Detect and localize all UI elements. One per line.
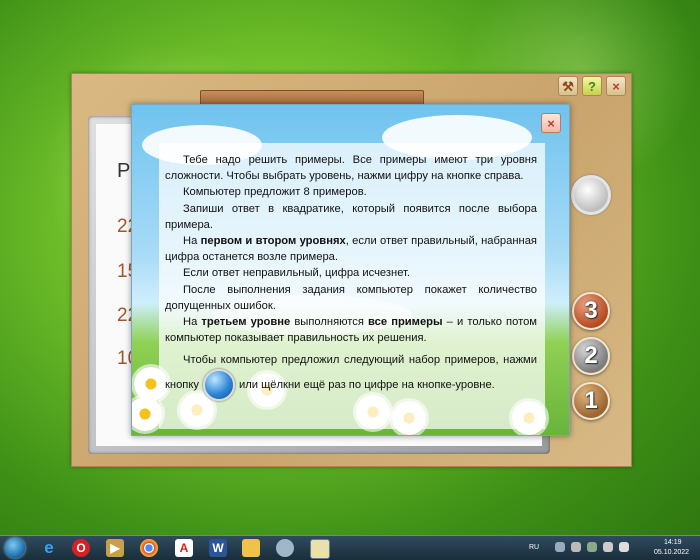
help-paragraph: Тебе надо решить примеры. Все примеры им…	[165, 154, 537, 183]
taskbar: e O ▶ A W RU 14:19 05.10.2022	[0, 535, 700, 560]
emphasis: третьем уровне	[201, 316, 291, 329]
opera-icon[interactable]: O	[72, 539, 90, 557]
media-player-icon[interactable]: ▶	[106, 539, 124, 557]
start-orb-icon[interactable]	[5, 538, 25, 558]
help-paragraph: Компьютер предложит 8 примеров.	[183, 186, 367, 199]
level-2-button[interactable]: 2	[572, 337, 610, 375]
word-icon[interactable]: W	[209, 539, 227, 557]
close-icon[interactable]: ×	[541, 113, 561, 133]
language-indicator[interactable]: RU	[529, 544, 539, 551]
app-icon[interactable]	[310, 539, 330, 559]
help-paragraph: На первом и втором уровнях, если ответ п…	[165, 233, 537, 265]
level-3-button[interactable]: 3	[572, 292, 610, 330]
acrobat-icon[interactable]: A	[175, 539, 193, 557]
globe-button-icon	[202, 368, 235, 401]
tray-icon[interactable]	[587, 542, 597, 552]
tray-icon[interactable]	[571, 542, 581, 552]
help-paragraph: Запиши ответ в квадратике, который появи…	[165, 202, 537, 231]
chrome-icon[interactable]	[140, 539, 158, 557]
explorer-icon[interactable]	[242, 539, 260, 557]
tray-icon[interactable]	[555, 542, 565, 552]
help-paragraph: Если ответ неправильный, цифра исчезнет.	[183, 267, 411, 280]
next-set-button[interactable]	[571, 175, 611, 215]
paint-icon[interactable]	[276, 539, 294, 557]
text: На	[183, 235, 201, 248]
text: выполняются	[290, 316, 369, 329]
level-1-button[interactable]: 1	[572, 382, 610, 420]
volume-icon[interactable]	[619, 542, 629, 552]
ie-icon[interactable]: e	[40, 538, 58, 557]
text: На	[183, 316, 202, 329]
network-icon[interactable]	[603, 542, 613, 552]
help-paragraph: После выполнения задания компьютер покаж…	[165, 283, 537, 312]
emphasis: первом и втором уровнях	[200, 235, 346, 248]
help-paragraph: На третьем уровне выполняются все пример…	[165, 314, 537, 346]
board-title: Р	[117, 160, 131, 182]
text: или щёлкни ещё раз по цифре на кнопке-ур…	[238, 378, 495, 391]
emphasis: все примеры	[368, 316, 443, 329]
clock-time[interactable]: 14:19	[664, 539, 682, 546]
flower	[132, 397, 162, 431]
help-text: Тебе надо решить примеры. Все примеры им…	[165, 152, 537, 401]
help-icon[interactable]: ?	[582, 76, 602, 96]
clock-date[interactable]: 05.10.2022	[654, 549, 689, 556]
tools-icon[interactable]: ⚒	[558, 76, 578, 96]
help-paragraph: Чтобы компьютер предложил следующий набо…	[165, 352, 537, 401]
close-game-icon[interactable]: ×	[606, 76, 626, 96]
